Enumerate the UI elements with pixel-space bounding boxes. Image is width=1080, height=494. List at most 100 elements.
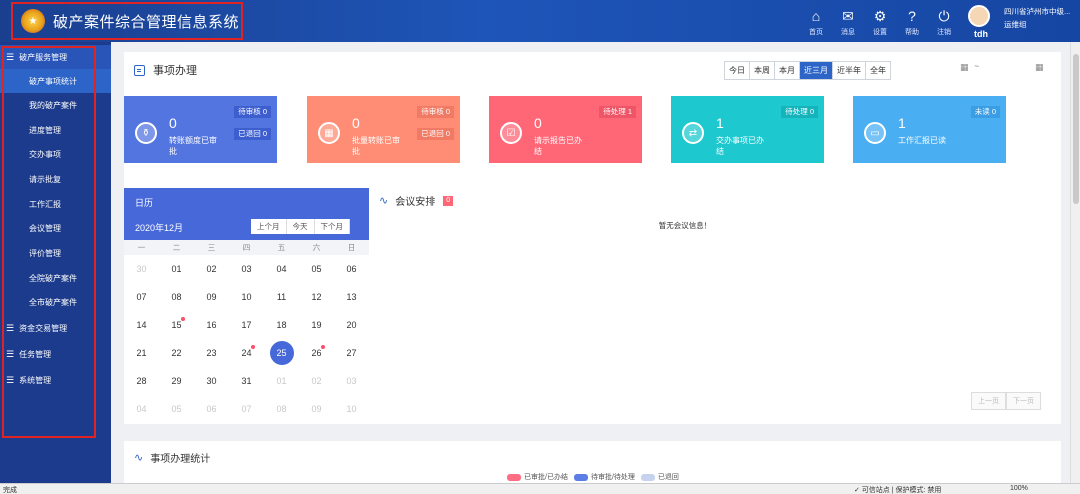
nav-mail-button[interactable]: ✉ 消息 — [832, 8, 864, 37]
date-separator: ~ — [974, 61, 980, 71]
calendar: 日历 2020年12月 上个月 今天 下个月 一 二 三 四 五 六 日 30 01 02 03 0… — [124, 188, 369, 424]
calendar-day[interactable]: 02 — [299, 367, 334, 395]
calendar-day[interactable]: 30 — [194, 367, 229, 395]
calendar-header: 日历 2020年12月 上个月 今天 下个月 — [124, 188, 369, 240]
user-panel[interactable]: tdh 四川省泸州市中级... 运维组 — [968, 5, 1070, 39]
calendar-day[interactable]: 18 — [264, 311, 299, 339]
page-scrollbar[interactable] — [1070, 42, 1080, 483]
prev-page-button[interactable]: 上一页 — [971, 392, 1006, 410]
range-tab[interactable]: 全年 — [866, 62, 890, 79]
nav-help-button[interactable]: ? 帮助 — [896, 8, 928, 37]
nav-label: 设置 — [873, 29, 887, 36]
prev-month-button[interactable]: 上个月 — [251, 219, 287, 234]
calendar-day[interactable]: 07 — [124, 283, 159, 311]
calendar-day[interactable]: 27 — [334, 339, 369, 367]
day-number: 23 — [206, 348, 217, 358]
legend-item[interactable]: 已审批/已办结 — [507, 472, 568, 482]
avatar[interactable] — [968, 5, 990, 27]
calendar-day[interactable]: 16 — [194, 311, 229, 339]
calendar-day[interactable]: 10 — [334, 395, 369, 423]
calendar-day[interactable]: 19 — [299, 311, 334, 339]
calendar-icon[interactable]: ▦ — [1035, 62, 1044, 73]
stat-card[interactable]: ⚱ 0 转账额度已审批 待审核 0 已退回 0 — [124, 96, 277, 163]
next-page-button[interactable]: 下一页 — [1006, 392, 1041, 410]
calendar-day[interactable]: 14 — [124, 311, 159, 339]
range-tab[interactable]: 今日 — [725, 62, 750, 79]
calendar-day[interactable]: 07 — [229, 395, 264, 423]
calendar-day[interactable]: 03 — [334, 367, 369, 395]
card-label: 工作汇报已读 — [898, 136, 946, 145]
range-tab[interactable]: 本周 — [750, 62, 775, 79]
zoom-level[interactable]: 100% — [1010, 485, 1028, 492]
calendar-day[interactable]: 05 — [159, 395, 194, 423]
calendar-icon[interactable]: ▦ — [960, 62, 969, 73]
card-status-tag[interactable]: 待审核 0 — [234, 106, 271, 118]
exchange-icon: ⇄ — [682, 122, 704, 144]
day-number: 18 — [276, 320, 287, 330]
card-status-tag[interactable]: 待处理 0 — [781, 106, 818, 118]
calendar-day[interactable]: 23 — [194, 339, 229, 367]
calendar-day[interactable]: 20 — [334, 311, 369, 339]
nav-power-button[interactable]: ⏻ 注销 — [928, 8, 960, 37]
calendar-day[interactable]: 22 — [159, 339, 194, 367]
calendar-day[interactable]: 08 — [159, 283, 194, 311]
calendar-day[interactable]: 09 — [194, 283, 229, 311]
calendar-day[interactable]: 11 — [264, 283, 299, 311]
calendar-day[interactable]: 24 — [229, 339, 264, 367]
range-tab[interactable]: 本月 — [775, 62, 800, 79]
calendar-day[interactable]: 01 — [264, 367, 299, 395]
calendar-day[interactable]: 10 — [229, 283, 264, 311]
calendar-day[interactable]: 03 — [229, 255, 264, 283]
pulse-icon: ∿ — [134, 452, 144, 464]
range-tab[interactable]: 近三月 — [800, 62, 833, 79]
day-number: 10 — [346, 404, 357, 414]
calendar-day[interactable]: 02 — [194, 255, 229, 283]
username: tdh — [974, 29, 988, 39]
calendar-day[interactable]: 09 — [299, 395, 334, 423]
meeting-panel: ∿ 会议安排 0 暂无会议信息！ 上一页 下一页 — [369, 188, 1061, 424]
calendar-day[interactable]: 13 — [334, 283, 369, 311]
calendar-day[interactable]: 06 — [194, 395, 229, 423]
nav-home-button[interactable]: ⌂ 首页 — [800, 8, 832, 37]
calendar-day[interactable]: 17 — [229, 311, 264, 339]
card-status-tag[interactable]: 未读 0 — [970, 106, 1000, 118]
card-label: 批量转账已审批 — [352, 136, 400, 156]
stat-card[interactable]: ▦ 0 批量转账已审批 待审核 0 已退回 0 — [307, 96, 460, 163]
calendar-day[interactable]: 15 — [159, 311, 194, 339]
meeting-title-text: 会议安排 — [395, 197, 436, 208]
stat-card[interactable]: ▭ 1 工作汇报已读 未读 0 — [853, 96, 1006, 163]
calendar-day[interactable]: 28 — [124, 367, 159, 395]
stat-card[interactable]: ⇄ 1 交办事项已办结 待处理 0 — [671, 96, 824, 163]
legend-item[interactable]: 已退回 — [640, 472, 679, 482]
calendar-day[interactable]: 30 — [124, 255, 159, 283]
range-tab[interactable]: 近半年 — [833, 62, 866, 79]
calendar-week: 28 29 30 31 01 02 03 — [124, 367, 369, 395]
calendar-day-today[interactable]: 25 — [264, 339, 299, 367]
calendar-day[interactable]: 26 — [299, 339, 334, 367]
legend-item[interactable]: 待审批/待处理 — [573, 472, 635, 482]
day-number: 21 — [136, 348, 147, 358]
scrollbar-thumb[interactable] — [1073, 54, 1079, 204]
today-button[interactable]: 今天 — [286, 219, 315, 234]
next-month-button[interactable]: 下个月 — [314, 219, 350, 234]
day-number: 17 — [241, 320, 252, 330]
calendar-day[interactable]: 31 — [229, 367, 264, 395]
calendar-day[interactable]: 04 — [124, 395, 159, 423]
calendar-day[interactable]: 29 — [159, 367, 194, 395]
calendar-day[interactable]: 12 — [299, 283, 334, 311]
calendar-day[interactable]: 04 — [264, 255, 299, 283]
day-number: 24 — [241, 348, 252, 358]
card-status-tag[interactable]: 待审核 0 — [417, 106, 454, 118]
day-number: 07 — [136, 292, 147, 302]
nav-gear-button[interactable]: ⚙ 设置 — [864, 8, 896, 37]
card-status-tag[interactable]: 已退回 0 — [234, 128, 271, 140]
stat-card[interactable]: ☑ 0 请示报告已办结 待处理 1 — [489, 96, 642, 163]
weekday-label: 日 — [347, 243, 356, 252]
calendar-day[interactable]: 06 — [334, 255, 369, 283]
calendar-day[interactable]: 01 — [159, 255, 194, 283]
calendar-day[interactable]: 08 — [264, 395, 299, 423]
calendar-day[interactable]: 21 — [124, 339, 159, 367]
calendar-day[interactable]: 05 — [299, 255, 334, 283]
card-status-tag[interactable]: 已退回 0 — [417, 128, 454, 140]
card-status-tag[interactable]: 待处理 1 — [599, 106, 636, 118]
